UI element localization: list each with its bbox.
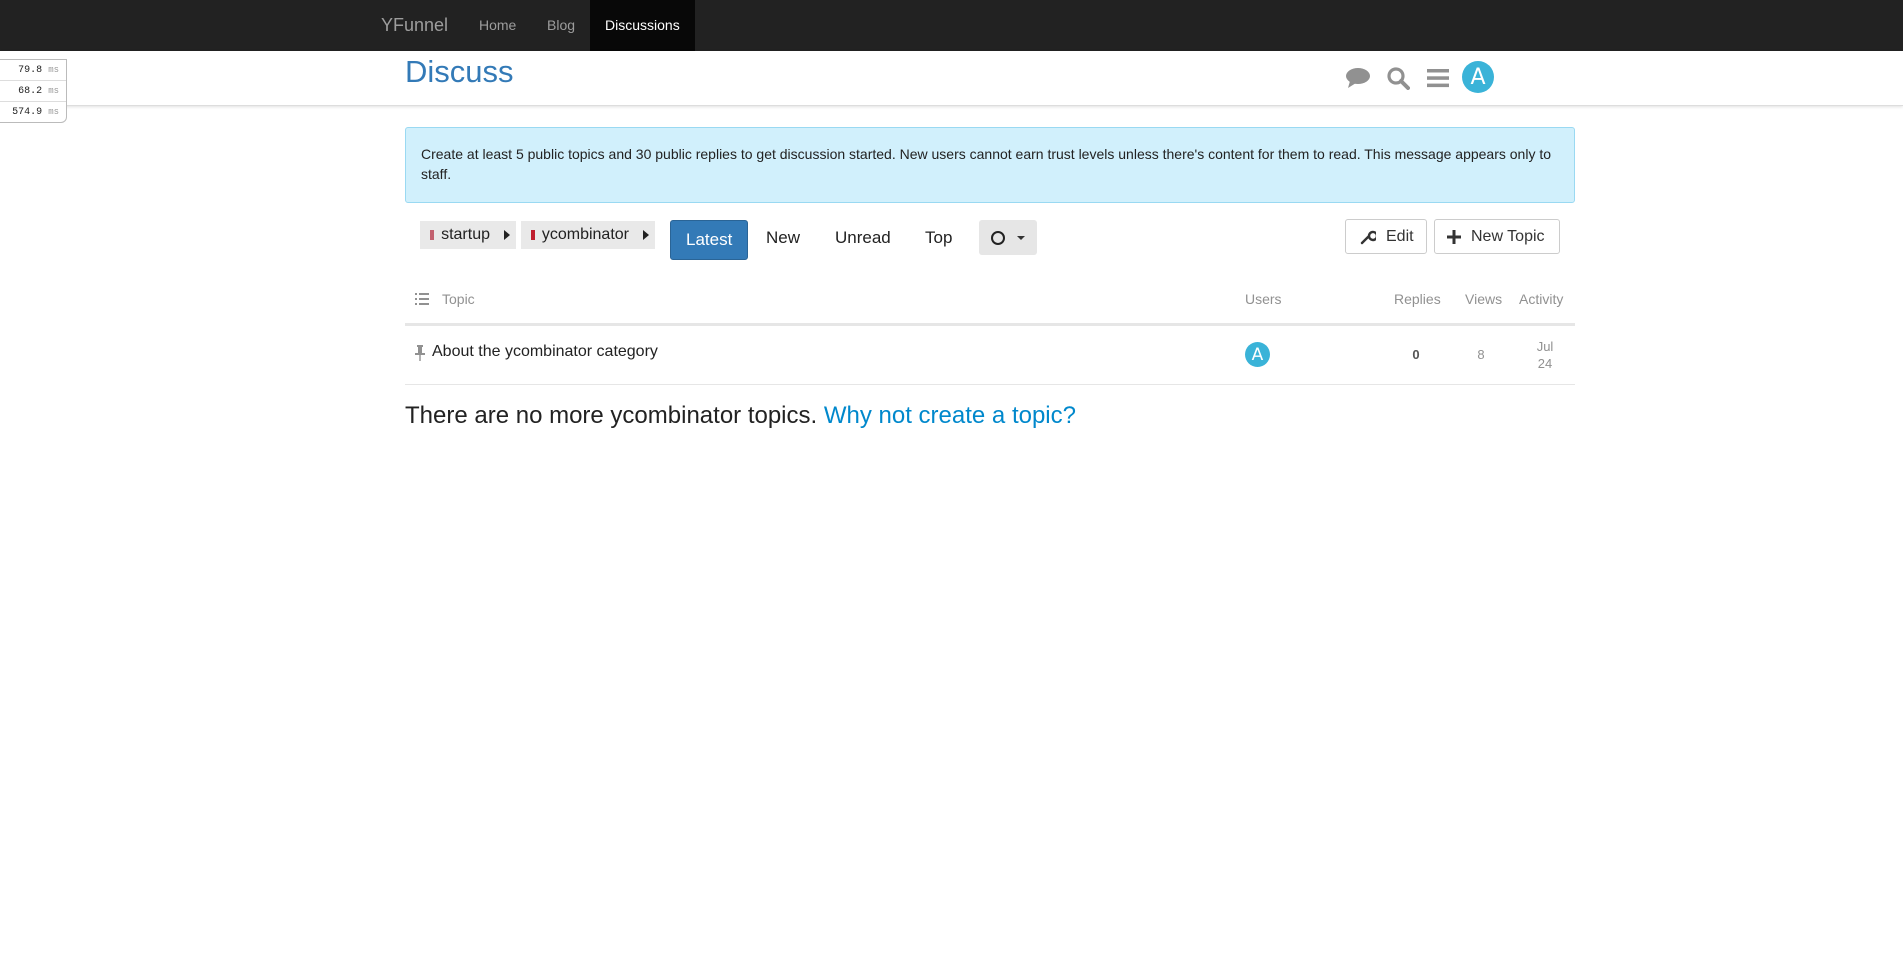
nav-home-link[interactable]: Home <box>479 0 516 51</box>
activity-month: Jul <box>1536 339 1554 354</box>
row-divider <box>405 384 1575 385</box>
alert-text: Create at least 5 public topics and 30 p… <box>421 146 1552 182</box>
pin-icon <box>415 345 425 361</box>
profiler-row[interactable]: 574.9 ms <box>0 102 66 122</box>
column-header-activity[interactable]: Activity <box>1519 291 1563 307</box>
nav-discussions-link[interactable]: Discussions <box>590 0 695 51</box>
edit-label: Edit <box>1386 227 1414 245</box>
breadcrumb-category-startup[interactable]: startup <box>420 221 516 249</box>
category-swatch <box>531 230 535 240</box>
profiler-row[interactable]: 68.2 ms <box>0 81 66 102</box>
profiler-value: 68.2 <box>18 86 43 97</box>
breadcrumb-category-ycombinator[interactable]: ycombinator <box>521 221 655 249</box>
profiler-unit: ms <box>48 65 59 75</box>
chevron-down-icon <box>1017 235 1025 240</box>
search-icon[interactable] <box>1383 63 1413 93</box>
edit-category-button[interactable]: Edit <box>1345 219 1427 254</box>
list-icon <box>415 293 429 305</box>
poster-avatar[interactable]: A <box>1245 342 1270 367</box>
plus-icon <box>1447 229 1461 244</box>
breadcrumb-label: ycombinator <box>541 226 629 243</box>
mini-profiler[interactable]: 79.8 ms 68.2 ms 574.9 ms <box>0 59 67 123</box>
topic-replies[interactable]: 0 <box>1411 347 1421 362</box>
column-header-views[interactable]: Views <box>1465 291 1502 307</box>
create-topic-link[interactable]: Why not create a topic? <box>824 402 1076 429</box>
footer-text: There are no more ycombinator topics. <box>405 402 818 429</box>
no-more-topics-message: There are no more ycombinator topics. Wh… <box>405 402 1076 430</box>
hamburger-menu-icon[interactable] <box>1423 63 1453 93</box>
caret-right-icon <box>504 230 510 240</box>
brand-link[interactable]: YFunnel <box>381 0 448 51</box>
column-header-replies[interactable]: Replies <box>1394 291 1441 307</box>
user-avatar[interactable]: A <box>1462 61 1494 93</box>
column-header-topic[interactable]: Topic <box>442 291 475 307</box>
tab-new[interactable]: New <box>751 219 815 257</box>
breadcrumb-label: startup <box>441 226 490 243</box>
table-header-divider <box>405 323 1575 326</box>
topic-views: 8 <box>1477 347 1485 362</box>
topic-activity[interactable]: Jul 24 <box>1528 338 1562 372</box>
caret-right-icon <box>643 230 649 240</box>
column-header-users: Users <box>1245 291 1282 307</box>
chat-icon[interactable] <box>1343 63 1373 93</box>
circle-icon <box>991 230 1005 245</box>
tab-unread[interactable]: Unread <box>820 219 906 257</box>
profiler-value: 574.9 <box>12 107 43 118</box>
discourse-header <box>0 51 1903 106</box>
tab-latest[interactable]: Latest <box>670 220 749 260</box>
activity-day: 24 <box>1537 356 1553 371</box>
profiler-row[interactable]: 79.8 ms <box>0 60 66 81</box>
notification-level-dropdown[interactable] <box>979 220 1037 255</box>
new-topic-button[interactable]: New Topic <box>1434 219 1560 254</box>
staff-alert: Create at least 5 public topics and 30 p… <box>405 127 1575 203</box>
tab-top[interactable]: Top <box>910 219 967 257</box>
site-title[interactable]: Discuss <box>405 54 514 90</box>
nav-blog-link[interactable]: Blog <box>547 0 575 51</box>
profiler-unit: ms <box>48 107 59 117</box>
new-topic-label: New Topic <box>1471 227 1545 245</box>
category-swatch <box>430 230 435 240</box>
wrench-icon <box>1360 230 1376 244</box>
top-navbar: YFunnel Home Blog Discussions <box>0 0 1903 51</box>
profiler-value: 79.8 <box>18 65 43 76</box>
topic-title-link[interactable]: About the ycombinator category <box>432 343 658 361</box>
profiler-unit: ms <box>48 86 59 96</box>
